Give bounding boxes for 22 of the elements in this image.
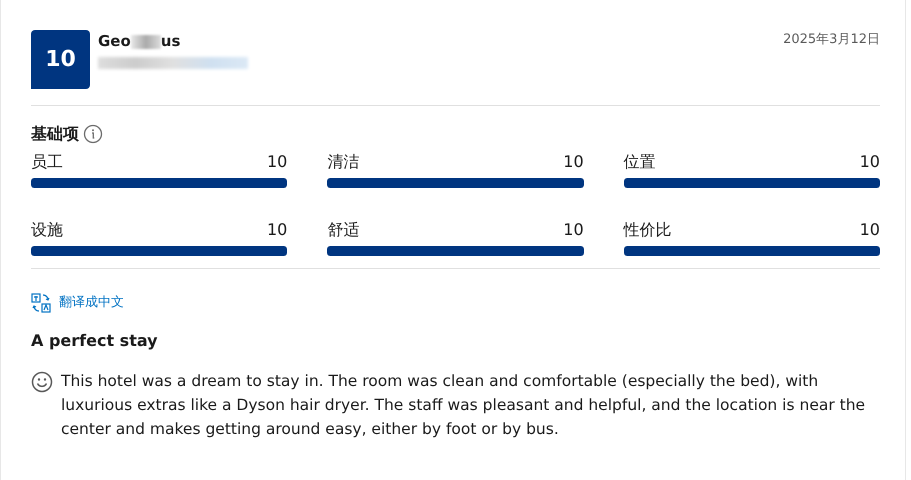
category-score: 10 [266, 219, 288, 241]
reviewer-name: Geo us [98, 31, 182, 52]
category-label: 设施 [31, 219, 63, 241]
section-title: 基础项 [31, 123, 79, 145]
translate-icon[interactable] [31, 293, 51, 313]
category-score: 10 [860, 151, 880, 173]
category-label: 位置 [624, 151, 656, 173]
review-date: 2025年3月12日 [783, 31, 880, 49]
category-label: 舒适 [327, 219, 360, 241]
category-label: 性价比 [624, 219, 672, 241]
translate-link[interactable]: 翻译成中文 [59, 293, 124, 313]
review-title: A perfect stay [31, 330, 159, 352]
category-label: 清洁 [327, 151, 360, 173]
score-badge: 10 [31, 30, 90, 89]
category-score: 10 [860, 219, 880, 241]
category-label: 员工 [31, 151, 63, 173]
category-score: 10 [563, 151, 584, 173]
review-text: This hotel was a dream to stay in. The room was clean and comfortable (especially the bed), with luxurious extras like a Dyson hair dryer. The staff was pleasant and helpful, and the location is near the center and makes getting around easy, either by foot or by bus. [61, 371, 866, 440]
category-score: 10 [563, 219, 584, 241]
category-score: 10 [266, 151, 288, 173]
info-icon[interactable] [83, 124, 103, 144]
smiley-icon [31, 371, 53, 393]
